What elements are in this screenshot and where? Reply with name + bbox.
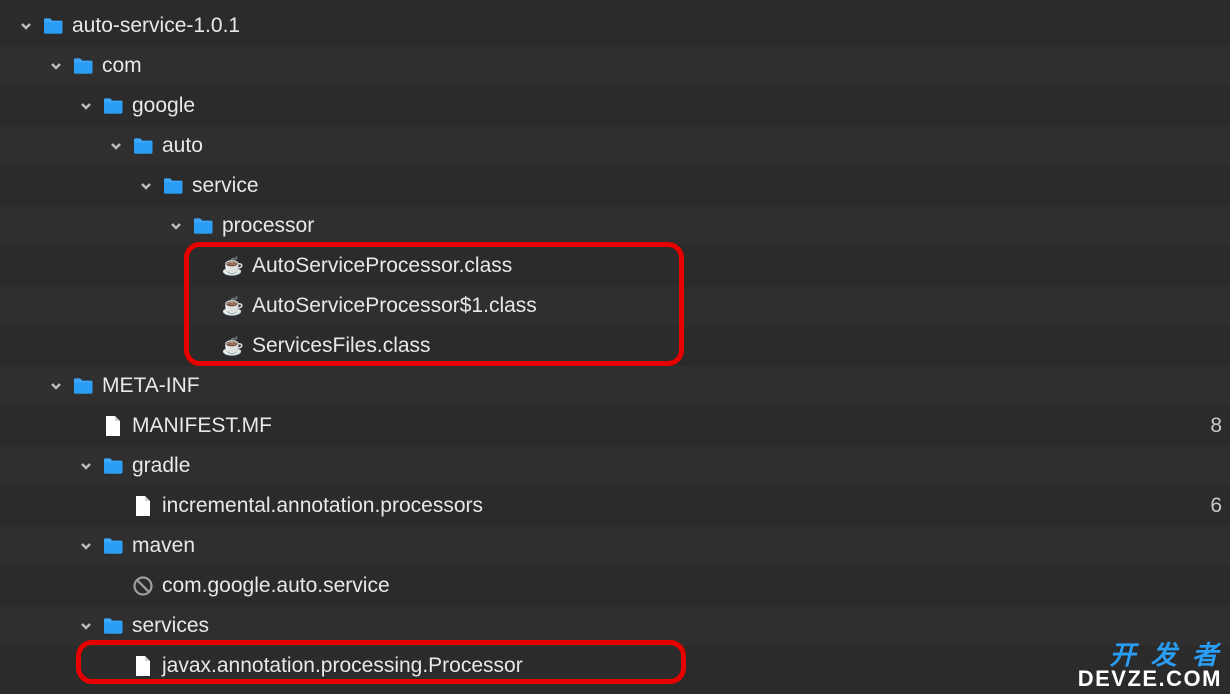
folder-icon xyxy=(102,455,124,477)
chevron-down-icon[interactable] xyxy=(138,178,154,194)
tree-item-label: auto xyxy=(162,134,203,158)
file-tree: auto-service-1.0.1 com google auto service pr… xyxy=(0,0,1230,686)
tree-item-label: gradle xyxy=(132,454,190,478)
tree-item-label: ServicesFiles.class xyxy=(252,334,431,358)
tree-item-label: service xyxy=(192,174,259,198)
blocked-icon xyxy=(132,575,154,597)
tree-item-label: processor xyxy=(222,214,314,238)
tree-item-label: META-INF xyxy=(102,374,200,398)
row-meta-number: 8 xyxy=(1210,414,1222,438)
tree-row[interactable]: maven xyxy=(0,526,1230,566)
tree-row[interactable]: ☕ AutoServiceProcessor.class xyxy=(0,246,1230,286)
chevron-down-icon[interactable] xyxy=(48,58,64,74)
tree-row[interactable]: service xyxy=(0,166,1230,206)
tree-row[interactable]: javax.annotation.processing.Processor xyxy=(0,646,1230,686)
tree-item-label: incremental.annotation.processors xyxy=(162,494,483,518)
tree-row[interactable]: MANIFEST.MF 8 xyxy=(0,406,1230,446)
folder-icon xyxy=(72,55,94,77)
tree-item-label: AutoServiceProcessor$1.class xyxy=(252,294,537,318)
tree-row[interactable]: com xyxy=(0,46,1230,86)
tree-item-label: AutoServiceProcessor.class xyxy=(252,254,512,278)
chevron-down-icon[interactable] xyxy=(168,218,184,234)
tree-item-label: auto-service-1.0.1 xyxy=(72,14,240,38)
folder-icon xyxy=(72,375,94,397)
folder-icon xyxy=(102,95,124,117)
tree-item-label: google xyxy=(132,94,195,118)
tree-row[interactable]: google xyxy=(0,86,1230,126)
tree-row[interactable]: auto xyxy=(0,126,1230,166)
chevron-down-icon[interactable] xyxy=(78,458,94,474)
folder-icon xyxy=(132,135,154,157)
tree-row[interactable]: META-INF xyxy=(0,366,1230,406)
chevron-down-icon[interactable] xyxy=(18,18,34,34)
tree-item-label: maven xyxy=(132,534,195,558)
tree-row[interactable]: ☕ ServicesFiles.class xyxy=(0,326,1230,366)
file-icon xyxy=(132,655,154,677)
tree-row[interactable]: ☕ AutoServiceProcessor$1.class xyxy=(0,286,1230,326)
folder-icon xyxy=(192,215,214,237)
chevron-down-icon[interactable] xyxy=(108,138,124,154)
chevron-down-icon[interactable] xyxy=(78,538,94,554)
tree-row[interactable]: services xyxy=(0,606,1230,646)
tree-row[interactable]: gradle xyxy=(0,446,1230,486)
java-class-icon: ☕ xyxy=(222,295,244,317)
row-meta-number: 6 xyxy=(1210,494,1222,518)
file-icon xyxy=(102,415,124,437)
tree-item-label: com xyxy=(102,54,142,78)
watermark: 开 发 者 DEVZE.COM xyxy=(1078,642,1222,690)
tree-row[interactable]: auto-service-1.0.1 xyxy=(0,6,1230,46)
folder-icon xyxy=(162,175,184,197)
tree-row[interactable]: processor xyxy=(0,206,1230,246)
chevron-down-icon[interactable] xyxy=(78,618,94,634)
tree-item-label: MANIFEST.MF xyxy=(132,414,272,438)
tree-item-label: javax.annotation.processing.Processor xyxy=(162,654,523,678)
watermark-top: 开 发 者 xyxy=(1078,642,1222,668)
folder-icon xyxy=(102,535,124,557)
folder-icon xyxy=(102,615,124,637)
folder-icon xyxy=(42,15,64,37)
chevron-down-icon[interactable] xyxy=(48,378,64,394)
chevron-down-icon[interactable] xyxy=(78,98,94,114)
tree-row[interactable]: com.google.auto.service xyxy=(0,566,1230,606)
java-class-icon: ☕ xyxy=(222,335,244,357)
tree-item-label: com.google.auto.service xyxy=(162,574,390,598)
watermark-bottom: DEVZE.COM xyxy=(1078,668,1222,690)
tree-row[interactable]: incremental.annotation.processors 6 xyxy=(0,486,1230,526)
java-class-icon: ☕ xyxy=(222,255,244,277)
tree-item-label: services xyxy=(132,614,209,638)
file-icon xyxy=(132,495,154,517)
